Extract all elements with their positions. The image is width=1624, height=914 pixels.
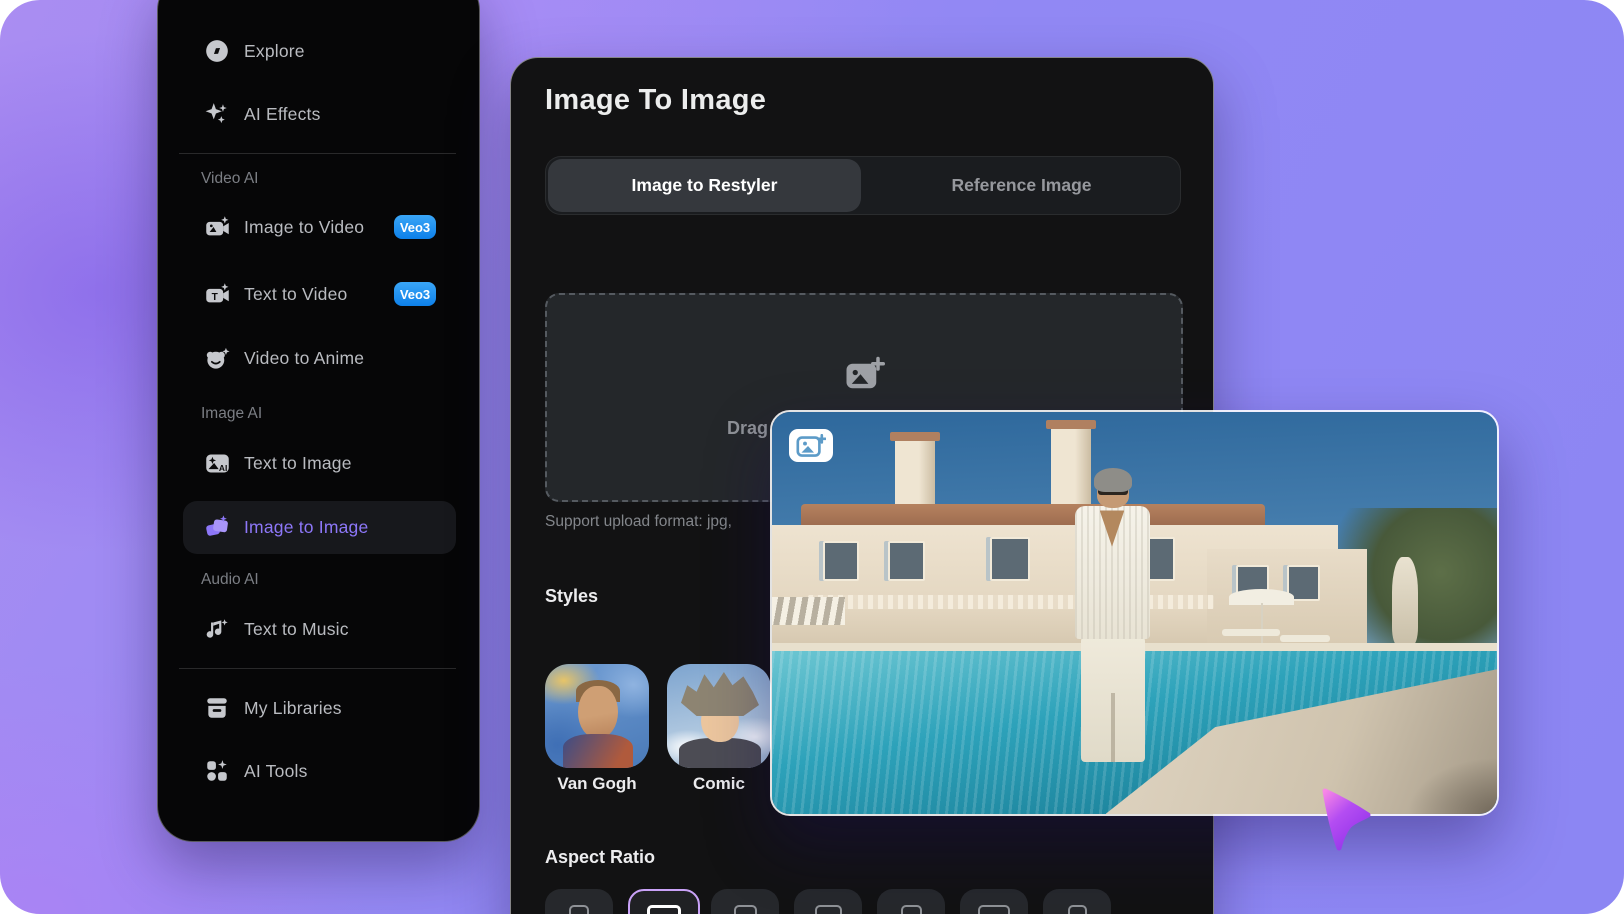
sidebar-item-text-to-video[interactable]: T Text to Video Veo3 (158, 278, 479, 310)
photo-parasol (1229, 589, 1294, 605)
anime-face-icon (202, 343, 232, 373)
sidebar-item-label: Image to Video (244, 211, 364, 243)
veo3-badge: Veo3 (394, 282, 436, 306)
sidebar-item-ai-effects[interactable]: AI Effects (158, 98, 479, 130)
sidebar-item-my-libraries[interactable]: My Libraries (158, 692, 479, 724)
sidebar-item-ai-tools[interactable]: AI Tools (158, 755, 479, 787)
photo-statue (1392, 557, 1418, 645)
aspect-ratio-option-1[interactable] (545, 889, 613, 914)
sidebar-item-label: AI Effects (244, 98, 321, 130)
styles-heading: Styles (545, 586, 598, 607)
landscape-ratio-icon (647, 905, 681, 914)
image-image-icon (202, 512, 232, 542)
portrait-ratio-icon (901, 905, 922, 914)
sidebar-item-label: AI Tools (244, 755, 308, 787)
app-background: Explore AI Effects Video AI Image to Vid… (0, 0, 1624, 914)
style-label: Comic (667, 774, 771, 794)
text-image-icon: AI (202, 448, 232, 478)
sidebar-section-image-ai: Image AI (201, 402, 262, 426)
aspect-ratio-option-5[interactable] (877, 889, 945, 914)
style-label: Van Gogh (545, 774, 649, 794)
page-title: Image To Image (545, 84, 766, 117)
tab-reference-image[interactable]: Reference Image (865, 159, 1178, 212)
aspect-ratio-heading: Aspect Ratio (545, 847, 655, 868)
sidebar-section-audio-ai: Audio AI (201, 568, 259, 592)
tab-bar: Image to Restyler Reference Image (545, 156, 1181, 215)
aspect-ratio-option-4[interactable] (794, 889, 862, 914)
image-add-chip-icon (789, 429, 833, 462)
image-video-icon (202, 212, 232, 242)
aspect-ratio-option-6[interactable] (960, 889, 1028, 914)
image-add-icon (842, 355, 886, 402)
veo3-badge: Veo3 (394, 215, 436, 239)
uploaded-image-preview[interactable] (770, 410, 1499, 816)
photo-awning (772, 597, 845, 625)
sparkles-icon (202, 99, 232, 129)
sidebar-item-text-to-music[interactable]: Text to Music (158, 613, 479, 645)
sidebar-item-video-to-anime[interactable]: Video to Anime (158, 342, 479, 374)
style-option-van-gogh[interactable] (545, 664, 649, 768)
sidebar-divider (179, 668, 456, 669)
sidebar: Explore AI Effects Video AI Image to Vid… (157, 0, 480, 842)
svg-text:T: T (211, 292, 218, 303)
aspect-ratio-option-3[interactable] (711, 889, 779, 914)
sidebar-divider (179, 153, 456, 154)
sidebar-item-label: Text to Video (244, 278, 347, 310)
landscape-ratio-icon (815, 905, 842, 914)
text-video-icon: T (202, 279, 232, 309)
sidebar-item-label: Image to Image (244, 511, 368, 543)
music-note-icon (202, 614, 232, 644)
tab-image-to-restyler[interactable]: Image to Restyler (548, 159, 861, 212)
sidebar-item-label: My Libraries (244, 692, 342, 724)
aspect-ratio-option-2[interactable] (628, 889, 700, 914)
svg-text:AI: AI (218, 462, 226, 472)
aspect-ratio-option-7[interactable] (1043, 889, 1111, 914)
square-ratio-icon (734, 905, 757, 914)
sidebar-item-label: Explore (244, 35, 305, 67)
library-box-icon (202, 693, 232, 723)
pointer-cursor (1318, 788, 1380, 859)
wide-ratio-icon (978, 905, 1010, 914)
sidebar-item-label: Text to Music (244, 613, 349, 645)
portrait-ratio-icon (569, 905, 589, 914)
sidebar-item-explore[interactable]: Explore (158, 35, 479, 67)
sidebar-item-label: Text to Image (244, 447, 352, 479)
portrait-ratio-icon (1068, 905, 1087, 914)
style-option-comic[interactable] (667, 664, 771, 768)
sidebar-item-label: Video to Anime (244, 342, 364, 374)
sidebar-item-text-to-image[interactable]: AI Text to Image (158, 447, 479, 479)
upload-format-hint: Support upload format: jpg, (545, 513, 732, 531)
sidebar-item-image-to-video[interactable]: Image to Video Veo3 (158, 211, 479, 243)
ai-tools-icon (202, 756, 232, 786)
sidebar-section-video-ai: Video AI (201, 167, 258, 191)
sidebar-item-image-to-image[interactable]: Image to Image (158, 511, 479, 543)
explore-icon (202, 36, 232, 66)
photo-balustrade (808, 595, 1214, 609)
